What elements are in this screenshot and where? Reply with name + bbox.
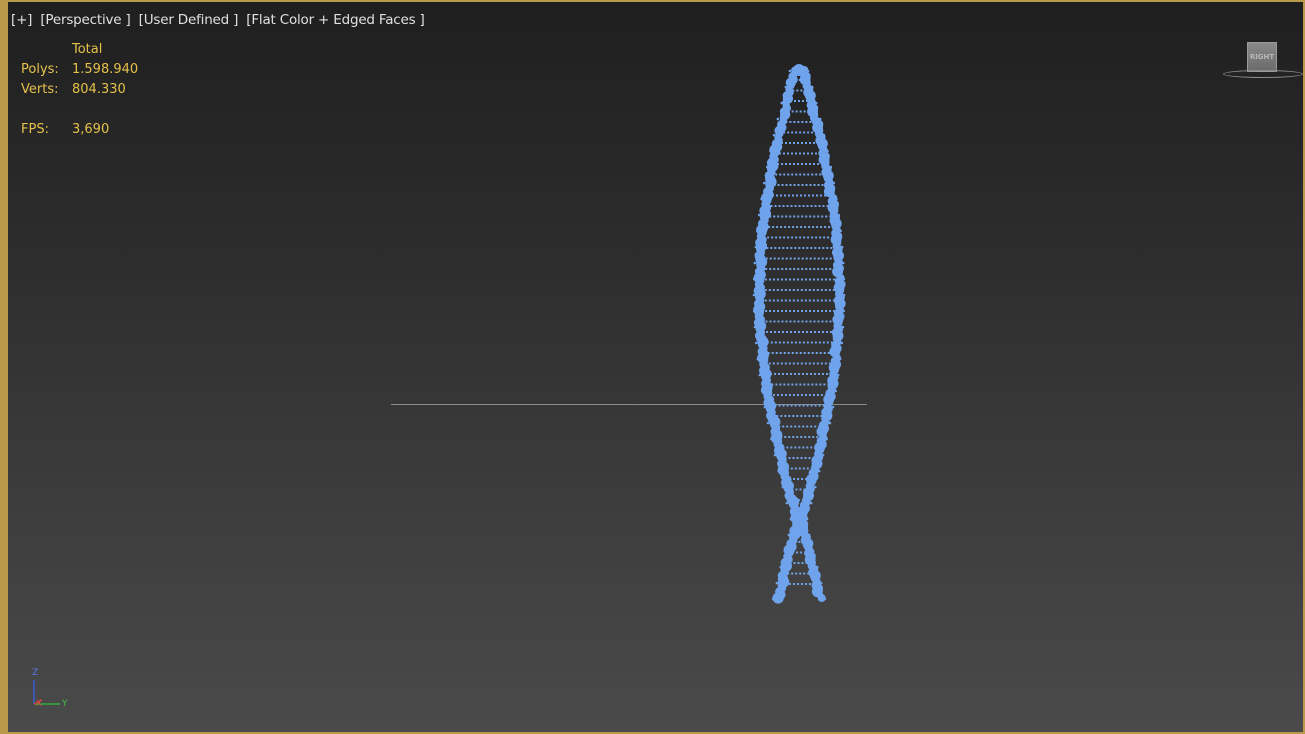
viewcube-right-face[interactable]: RIGHT bbox=[1247, 42, 1277, 72]
viewcube-compass-ring[interactable] bbox=[1223, 70, 1303, 78]
axis-y-label: Y bbox=[62, 699, 68, 709]
axis-tripod: Z X Y bbox=[28, 668, 78, 710]
viewcube[interactable]: RIGHT bbox=[1223, 38, 1303, 82]
axis-z-label: Z bbox=[32, 668, 39, 678]
perspective-viewport[interactable]: [+] [Perspective ] [User Defined ] [Flat… bbox=[0, 0, 1305, 734]
axis-x-label: X bbox=[36, 699, 43, 709]
dna-helix-model[interactable] bbox=[8, 2, 1303, 732]
